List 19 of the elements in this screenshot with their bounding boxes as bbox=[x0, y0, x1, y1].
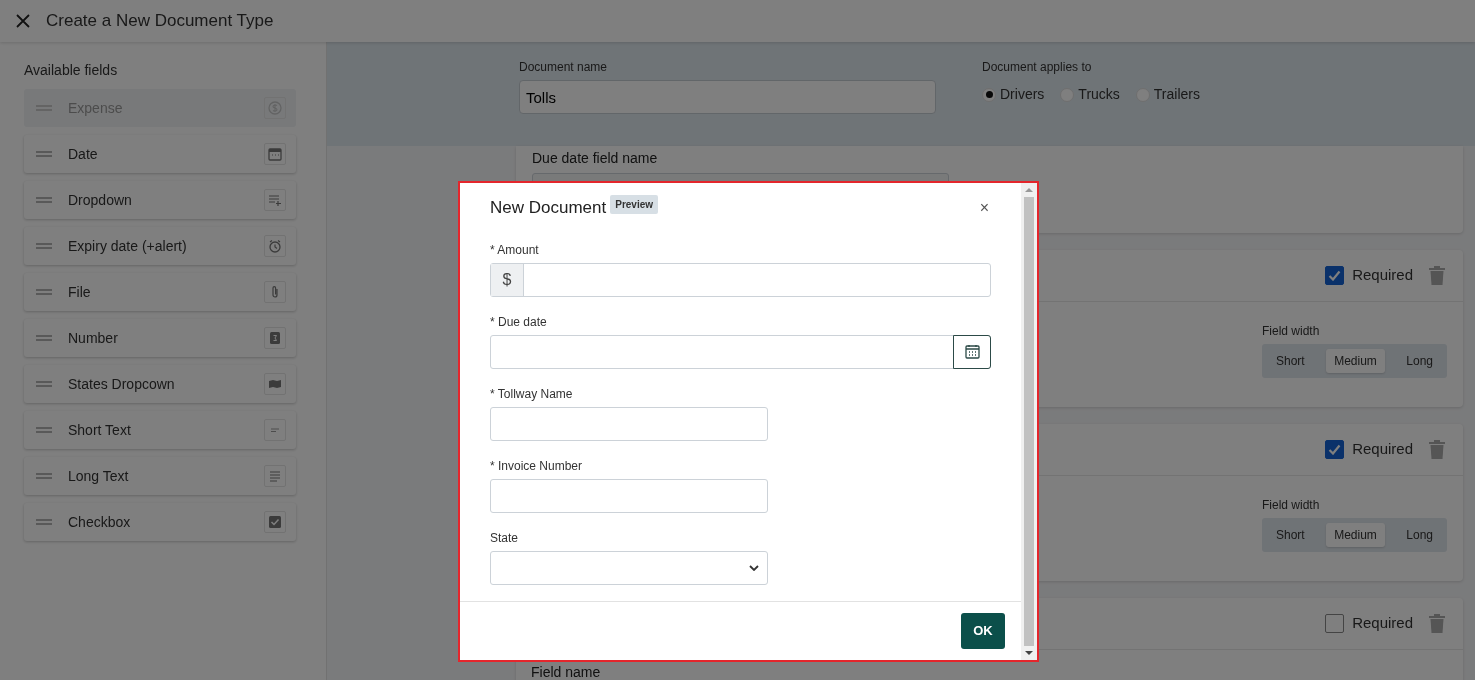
field-label: Due date field name bbox=[532, 149, 659, 168]
field-label: * Due date bbox=[490, 313, 548, 331]
currency-prefix: $ bbox=[491, 263, 524, 296]
required-label: Required bbox=[1352, 439, 1413, 460]
field-label: * Amount bbox=[490, 241, 540, 259]
sidebar-title: Available fields bbox=[24, 61, 119, 80]
field-label: * Invoice Number bbox=[490, 457, 584, 475]
page-title: Create a New Document Type bbox=[46, 10, 274, 33]
field-label: Field name bbox=[531, 663, 602, 680]
required-label: Required bbox=[1352, 613, 1413, 634]
field-label: State bbox=[490, 529, 520, 547]
dialog-title: New Document bbox=[490, 197, 607, 219]
required-label: Required bbox=[1352, 265, 1413, 286]
field-label: Document applies to bbox=[982, 59, 1093, 76]
field-label: Document name bbox=[519, 59, 609, 76]
field-label: Field width bbox=[1262, 323, 1321, 340]
field-label: Field width bbox=[1262, 497, 1321, 514]
field-label: * Tollway Name bbox=[490, 385, 574, 403]
preview-badge: Preview bbox=[610, 195, 659, 214]
